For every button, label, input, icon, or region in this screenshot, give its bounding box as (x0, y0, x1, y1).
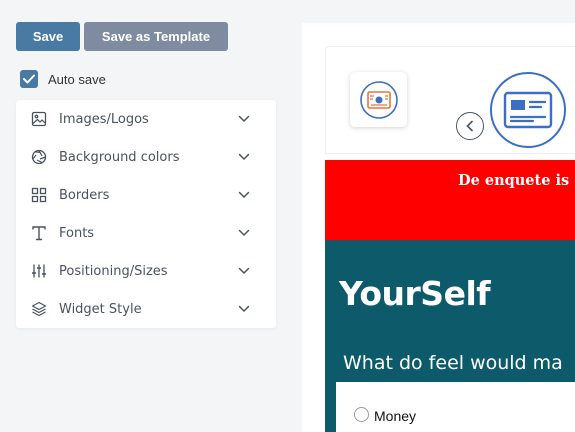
accordion-fonts[interactable]: Fonts (16, 214, 276, 252)
accordion-background-colors[interactable]: Background colors (16, 138, 276, 176)
radio-button[interactable] (354, 406, 369, 422)
id-card-icon (503, 91, 553, 129)
chevron-down-icon (238, 267, 250, 275)
option-money[interactable]: Money (354, 404, 416, 424)
accordion-positioning-sizes[interactable]: Positioning/Sizes (16, 252, 276, 290)
chevron-down-icon (238, 229, 250, 237)
image-icon (31, 111, 47, 127)
badge-icon (359, 80, 398, 119)
chevron-down-icon (238, 153, 250, 161)
autosave-toggle[interactable]: Auto save (20, 70, 106, 88)
style-settings-panel: Images/Logos Background colors Borders F… (16, 100, 276, 328)
accordion-widget-style[interactable]: Widget Style (16, 290, 276, 328)
grid-icon (31, 187, 47, 203)
autosave-label: Auto save (48, 71, 106, 87)
accordion-images-logos[interactable]: Images/Logos (16, 100, 276, 138)
survey-title: YourSelf (339, 274, 491, 313)
prev-arrow-button[interactable] (456, 112, 484, 140)
chevron-down-icon (238, 115, 250, 123)
accordion-label: Fonts (59, 225, 95, 241)
answer-options: Money (336, 382, 575, 432)
accordion-label: Images/Logos (59, 111, 149, 127)
logo-thumbnail[interactable] (350, 72, 407, 127)
layers-icon (31, 301, 47, 317)
type-icon (31, 225, 47, 241)
accordion-label: Borders (59, 187, 110, 203)
aperture-icon (31, 149, 47, 165)
chevron-left-icon (466, 120, 473, 132)
save-as-template-button[interactable]: Save as Template (84, 22, 228, 51)
survey-question: What do feel would ma (343, 352, 563, 374)
autosave-checkbox[interactable] (20, 70, 38, 88)
sliders-icon (31, 263, 47, 279)
chevron-down-icon (238, 191, 250, 199)
checkmark-icon (23, 74, 35, 84)
chevron-down-icon (238, 305, 250, 313)
survey-banner: De enquete is (325, 160, 575, 240)
accordion-label: Widget Style (59, 301, 142, 317)
accordion-borders[interactable]: Borders (16, 176, 276, 214)
id-card-icon-circle (490, 72, 566, 148)
accordion-label: Positioning/Sizes (59, 263, 168, 279)
option-label: Money (374, 408, 417, 424)
survey-body: YourSelf What do feel would ma Money (325, 240, 575, 432)
save-button[interactable]: Save (16, 22, 80, 51)
accordion-label: Background colors (59, 149, 180, 165)
banner-text: De enquete is (458, 172, 570, 189)
